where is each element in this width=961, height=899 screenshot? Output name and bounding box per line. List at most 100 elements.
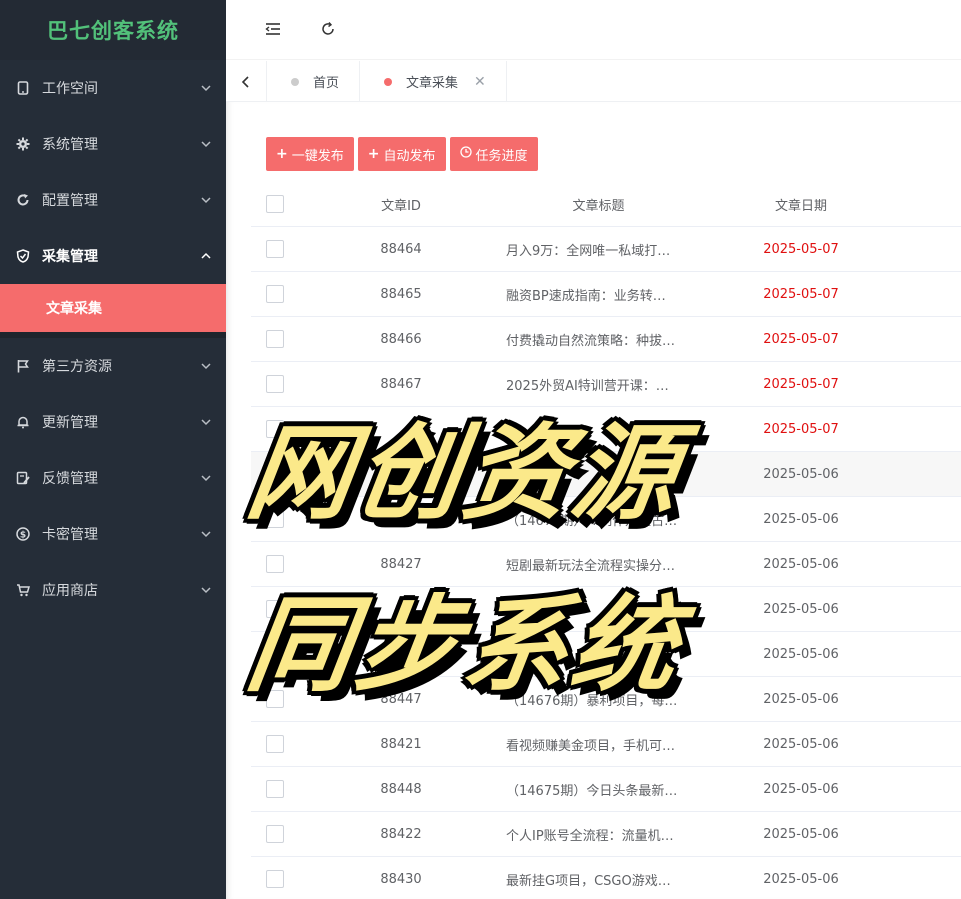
cell-title: （14677期）AI制作儿童古… [506, 513, 678, 529]
row-checkbox[interactable] [266, 690, 284, 708]
publish-all-button[interactable]: + 一键发布 [266, 137, 354, 171]
menu-collapse-icon[interactable] [264, 20, 282, 38]
task-progress-button[interactable]: 任务进度 [449, 137, 538, 171]
refresh-icon[interactable] [319, 20, 337, 38]
tab-label: 文章采集 [406, 76, 459, 91]
table-row[interactable]: 88447 （14676期）暴利项目，每… 2025-05-06 [251, 677, 961, 722]
row-checkbox[interactable] [266, 420, 284, 438]
cell-id: 88465 [380, 286, 422, 302]
cell-title: 最新挂G项目，CSGO游戏… [506, 873, 671, 889]
table-row[interactable]: 2025-05-06 [251, 632, 961, 677]
row-checkbox[interactable] [266, 600, 284, 618]
cell-title: 付费撬动自然流策略：种拔… [506, 333, 676, 349]
button-label: 一键发布 [291, 148, 344, 164]
sidebar-item-workspace[interactable]: 工作空间 [0, 60, 226, 116]
tab-home[interactable]: 首页 [267, 61, 361, 102]
table-body: 88464 月入9万：全网唯一私域打… 2025-05-07 88465 融资BP速成指… [251, 227, 961, 899]
sidebar-item-label: 配置管理 [42, 193, 98, 209]
table-row[interactable]: 88466 付费撬动自然流策略：种拔… 2025-05-07 [251, 317, 961, 362]
chevron-down-icon [200, 584, 212, 596]
sidebar-item-label: 应用商店 [42, 583, 98, 599]
sidebar-item-system[interactable]: 系统管理 [0, 116, 226, 172]
row-checkbox[interactable] [266, 555, 284, 573]
cell-title: （14675期）今日头条最新… [506, 783, 678, 799]
tab-scroll-left-button[interactable] [226, 61, 267, 102]
table-row[interactable]: 2025-05-06 [251, 587, 961, 632]
row-checkbox[interactable] [266, 735, 284, 753]
row-checkbox[interactable] [266, 780, 284, 798]
row-checkbox[interactable] [266, 240, 284, 258]
sidebar-item-updates[interactable]: 更新管理 [0, 394, 226, 450]
cell-id: 88448 [380, 781, 422, 797]
table-row[interactable]: 88422 个人IP账号全流程：流量机… 2025-05-06 [251, 812, 961, 857]
table-row[interactable]: 88430 最新挂G项目，CSGO游戏… 2025-05-06 [251, 857, 961, 899]
cell-date: 2025-05-07 [763, 421, 839, 437]
row-checkbox[interactable] [266, 645, 284, 663]
sidebar-item-card-keys[interactable]: $ 卡密管理 [0, 506, 226, 562]
chevron-up-icon [200, 250, 212, 262]
cell-date: 2025-05-07 [763, 376, 839, 392]
chevron-down-icon [200, 360, 212, 372]
sidebar-item-label: 采集管理 [42, 249, 98, 265]
sidebar-item-collection[interactable]: 采集管理 [0, 228, 226, 284]
sidebar-item-label: 反馈管理 [42, 471, 98, 487]
svg-text:$: $ [20, 531, 26, 541]
cell-title: 看视频赚美金项目，手机可… [506, 738, 676, 754]
sidebar-subitem-article-collection[interactable]: 文章采集 [0, 284, 226, 332]
row-checkbox[interactable] [266, 870, 284, 888]
dollar-icon: $ [16, 527, 30, 541]
sidebar: 巴七创客系统 工作空间 系统管理 配置管理 采集管理 文章采集 第三方资源 更新… [0, 0, 226, 899]
table-row[interactable]: 88446 （14677期）AI制作儿童古… 2025-05-06 [251, 497, 961, 542]
table-row[interactable]: 88427 短剧最新玩法全流程实操分… 2025-05-06 [251, 542, 961, 587]
cell-title: 今日 [506, 468, 533, 484]
row-checkbox[interactable] [266, 825, 284, 843]
top-header [226, 0, 961, 60]
sidebar-item-feedback[interactable]: 反馈管理 [0, 450, 226, 506]
chevron-left-icon [241, 75, 249, 88]
table-row[interactable]: 88448 （14675期）今日头条最新… 2025-05-06 [251, 767, 961, 812]
cell-date: 2025-05-06 [763, 826, 839, 842]
chevron-down-icon [200, 82, 212, 94]
cell-id: 88422 [380, 826, 422, 842]
row-checkbox[interactable] [266, 510, 284, 528]
row-checkbox[interactable] [266, 465, 284, 483]
sidebar-item-config[interactable]: 配置管理 [0, 172, 226, 228]
cell-title: 月入9万：全网唯一私域打… [506, 243, 671, 259]
submenu-collection: 文章采集 [0, 284, 226, 338]
cell-id: 88447 [380, 691, 422, 707]
row-checkbox[interactable] [266, 285, 284, 303]
sidebar-item-label: 第三方资源 [42, 359, 112, 375]
row-checkbox[interactable] [266, 330, 284, 348]
cell-id: 88427 [380, 556, 422, 572]
cell-date: 2025-05-07 [763, 286, 839, 302]
main-content: + 一键发布 + 自动发布 任务进度 文章ID 文章标题 文章日期 88464 月… [226, 102, 961, 899]
bell-icon [16, 415, 30, 429]
table-row[interactable]: 88467 2025外贸AI特训营开课：… 2025-05-07 [251, 362, 961, 407]
table-row[interactable]: 88464 月入9万：全网唯一私域打… 2025-05-07 [251, 227, 961, 272]
cell-date: 2025-05-07 [763, 241, 839, 257]
cell-title: （14676期）暴利项目，每… [506, 693, 678, 709]
chevron-down-icon [200, 138, 212, 150]
tab-label: 首页 [313, 76, 340, 91]
header-title: 文章标题 [572, 198, 625, 214]
table-row[interactable]: 2025-05-07 [251, 407, 961, 452]
chevron-down-icon [200, 472, 212, 484]
plus-icon: + [276, 146, 288, 162]
auto-publish-button[interactable]: + 自动发布 [357, 137, 446, 171]
sidebar-item-app-store[interactable]: 应用商店 [0, 562, 226, 618]
cell-date: 2025-05-06 [763, 691, 839, 707]
close-icon[interactable]: ✕ [474, 74, 486, 90]
tab-article-collection[interactable]: 文章采集 ✕ [360, 61, 507, 102]
cell-title: 短剧最新玩法全流程实操分… [506, 558, 676, 574]
row-checkbox[interactable] [266, 375, 284, 393]
sidebar-item-label: 系统管理 [42, 137, 98, 153]
table-row[interactable]: 今日 2025-05-06 [251, 452, 961, 497]
table-row[interactable]: 88421 看视频赚美金项目，手机可… 2025-05-06 [251, 722, 961, 767]
tab-status-dot [291, 77, 299, 86]
tablet-icon [16, 81, 30, 95]
sidebar-item-third-party[interactable]: 第三方资源 [0, 338, 226, 394]
select-all-checkbox[interactable] [266, 195, 284, 213]
cell-id: 88446 [380, 511, 422, 527]
cell-title: 2025外贸AI特训营开课：… [506, 378, 669, 394]
table-row[interactable]: 88465 融资BP速成指南：业务转… 2025-05-07 [251, 272, 961, 317]
